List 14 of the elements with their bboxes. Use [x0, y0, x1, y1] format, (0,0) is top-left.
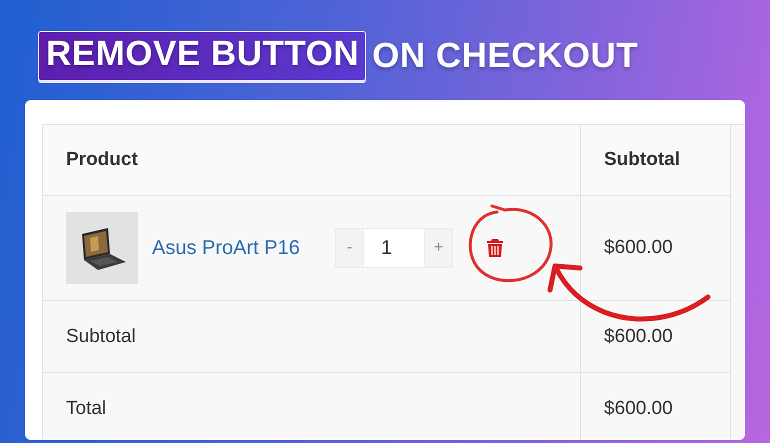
title: ON CHECKOUT [372, 36, 638, 76]
totals-value: $600.00 [581, 301, 731, 373]
column-header: Subtotal [581, 125, 731, 196]
column-header: Product [43, 125, 581, 196]
increment-button[interactable]: + [424, 228, 453, 268]
totals-value: $600.00 [581, 373, 731, 440]
trash-icon[interactable] [486, 238, 504, 258]
highlighted-title: REMOVE BUTTON [38, 31, 366, 81]
product-link[interactable]: Asus ProArt P16 [152, 236, 335, 260]
line-subtotal: $600.00 [581, 196, 731, 301]
decrement-button[interactable]: - [335, 228, 364, 268]
quantity-field[interactable]: 1 [364, 228, 424, 268]
totals-label: Total [43, 373, 581, 440]
totals-label: Subtotal [43, 301, 581, 373]
